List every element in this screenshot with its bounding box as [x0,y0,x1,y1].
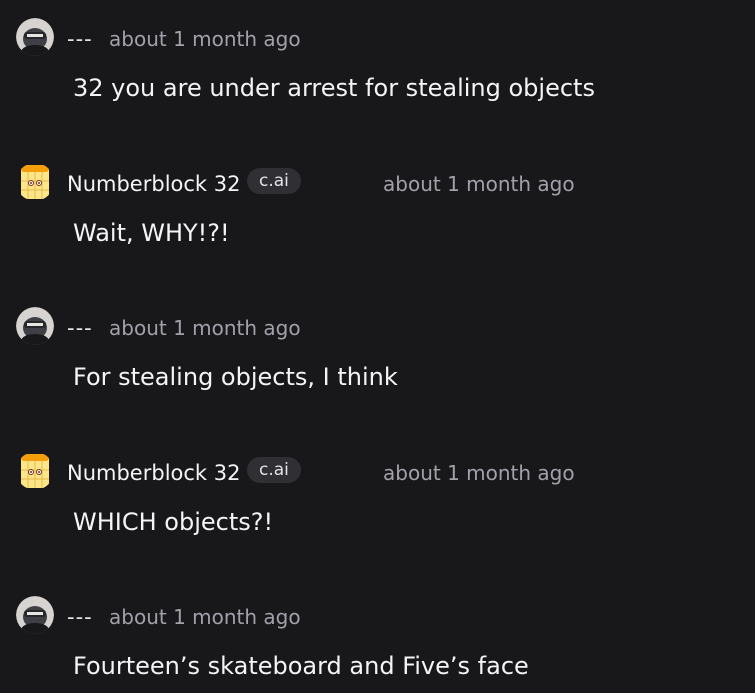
chat-message: Numberblock 32 c.ai about 1 month ago Wa… [0,163,755,263]
message-text: WHICH objects?! [73,508,274,536]
ai-badge: c.ai [247,168,301,194]
chat-message: --- about 1 month ago For stealing objec… [0,307,755,407]
message-author[interactable]: --- [67,604,93,630]
ai-badge: c.ai [247,457,301,483]
message-text: Wait, WHY!?! [73,219,230,247]
message-timestamp: about 1 month ago [383,461,575,485]
message-text: 32 you are under arrest for stealing obj… [73,74,595,102]
message-author[interactable]: Numberblock 32 [67,460,240,486]
user-avatar[interactable] [16,307,54,345]
message-author[interactable]: --- [67,315,93,341]
user-avatar[interactable] [16,18,54,56]
message-author[interactable]: Numberblock 32 [67,171,240,197]
chat-history: --- about 1 month ago 32 you are under a… [0,0,755,693]
message-timestamp: about 1 month ago [109,605,301,629]
chat-message: --- about 1 month ago 32 you are under a… [0,18,755,118]
chat-message: --- about 1 month ago Fourteen’s skatebo… [0,596,755,693]
chat-message: Numberblock 32 c.ai about 1 month ago WH… [0,452,755,552]
numberblock-avatar[interactable] [16,452,54,490]
message-author[interactable]: --- [67,26,93,52]
message-text: Fourteen’s skateboard and Five’s face [73,652,529,680]
numberblock-avatar[interactable] [16,163,54,201]
message-text: For stealing objects, I think [73,363,398,391]
message-timestamp: about 1 month ago [383,172,575,196]
user-avatar[interactable] [16,596,54,634]
message-timestamp: about 1 month ago [109,27,301,51]
message-timestamp: about 1 month ago [109,316,301,340]
